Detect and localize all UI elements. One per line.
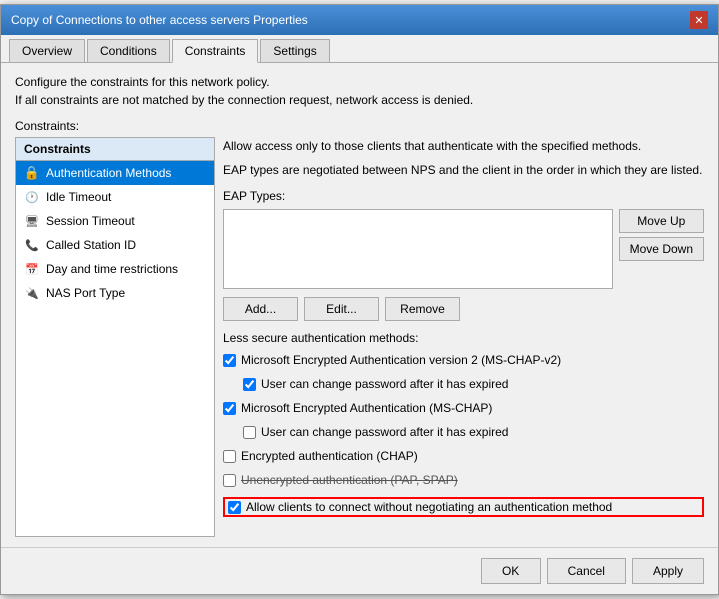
chap-checkbox[interactable] (223, 450, 236, 463)
sidebar-item-authentication-methods[interactable]: 🔒 Authentication Methods (16, 161, 214, 185)
network-icon: 🔌 (24, 285, 40, 301)
eap-label: EAP Types: (223, 189, 704, 203)
mschap-password-label: User can change password after it has ex… (261, 425, 508, 439)
right-panel: Allow access only to those clients that … (223, 137, 704, 537)
no-auth-label: Allow clients to connect without negotia… (246, 500, 612, 514)
checkbox-pap: Unencrypted authentication (PAP, SPAP) (223, 473, 704, 487)
checkbox-no-auth: Allow clients to connect without negotia… (223, 497, 704, 517)
window-title: Copy of Connections to other access serv… (11, 13, 308, 27)
main-panel: Constraints 🔒 Authentication Methods 🕐 I… (15, 137, 704, 537)
checkbox-mschap: Microsoft Encrypted Authentication (MS-C… (223, 401, 704, 415)
mschap-label: Microsoft Encrypted Authentication (MS-C… (241, 401, 492, 415)
bottom-buttons: OK Cancel Apply (1, 547, 718, 594)
no-auth-checkbox[interactable] (228, 501, 241, 514)
left-panel-header: Constraints (16, 138, 214, 161)
tab-settings[interactable]: Settings (260, 39, 329, 62)
constraints-label: Constraints: (15, 119, 704, 133)
add-button[interactable]: Add... (223, 297, 298, 321)
tab-bar: Overview Conditions Constraints Settings (1, 35, 718, 63)
content-area: Configure the constraints for this netwo… (1, 63, 718, 547)
checkbox-mschap-password: User can change password after it has ex… (243, 425, 704, 439)
lock-icon: 🔒 (24, 165, 40, 181)
edit-button[interactable]: Edit... (304, 297, 379, 321)
description-block: Configure the constraints for this netwo… (15, 73, 704, 109)
mschap-password-checkbox[interactable] (243, 426, 256, 439)
eap-area: Move Up Move Down (223, 209, 704, 289)
sidebar-item-label: Idle Timeout (46, 190, 111, 204)
sidebar-item-called-station-id[interactable]: 📞 Called Station ID (16, 233, 214, 257)
sidebar-item-session-timeout[interactable]: 🖥 Session Timeout (16, 209, 214, 233)
sidebar-item-nas-port-type[interactable]: 🔌 NAS Port Type (16, 281, 214, 305)
main-window: Copy of Connections to other access serv… (0, 4, 719, 595)
move-down-button[interactable]: Move Down (619, 237, 704, 261)
ok-button[interactable]: OK (481, 558, 541, 584)
sidebar-item-label: NAS Port Type (46, 286, 125, 300)
close-button[interactable]: ✕ (690, 11, 708, 29)
mschapv2-password-checkbox[interactable] (243, 378, 256, 391)
phone-icon: 📞 (24, 237, 40, 253)
monitor-icon: 🖥 (24, 213, 40, 229)
description-line2: If all constraints are not matched by th… (15, 91, 704, 109)
mschapv2-label: Microsoft Encrypted Authentication versi… (241, 353, 561, 367)
sidebar-item-label: Authentication Methods (46, 166, 171, 180)
pap-label: Unencrypted authentication (PAP, SPAP) (241, 473, 458, 487)
sidebar-item-label: Called Station ID (46, 238, 136, 252)
left-panel: Constraints 🔒 Authentication Methods 🕐 I… (15, 137, 215, 537)
description-line1: Configure the constraints for this netwo… (15, 73, 704, 91)
chap-label: Encrypted authentication (CHAP) (241, 449, 418, 463)
tab-conditions[interactable]: Conditions (87, 39, 170, 62)
right-description2: EAP types are negotiated between NPS and… (223, 161, 704, 179)
eap-action-buttons: Add... Edit... Remove (223, 297, 704, 321)
eap-move-buttons: Move Up Move Down (619, 209, 704, 261)
checkbox-mschapv2-password: User can change password after it has ex… (243, 377, 704, 391)
sidebar-item-day-time-restrictions[interactable]: 📅 Day and time restrictions (16, 257, 214, 281)
mschap-checkbox[interactable] (223, 402, 236, 415)
eap-listbox[interactable] (223, 209, 613, 289)
tab-constraints[interactable]: Constraints (172, 39, 259, 63)
mschapv2-checkbox[interactable] (223, 354, 236, 367)
sidebar-item-label: Session Timeout (46, 214, 135, 228)
checkbox-chap: Encrypted authentication (CHAP) (223, 449, 704, 463)
secure-methods-label: Less secure authentication methods: (223, 331, 704, 345)
sidebar-item-idle-timeout[interactable]: 🕐 Idle Timeout (16, 185, 214, 209)
clock-icon: 🕐 (24, 189, 40, 205)
tab-overview[interactable]: Overview (9, 39, 85, 62)
sidebar-item-label: Day and time restrictions (46, 262, 178, 276)
cancel-button[interactable]: Cancel (547, 558, 626, 584)
calendar-icon: 📅 (24, 261, 40, 277)
move-up-button[interactable]: Move Up (619, 209, 704, 233)
checkbox-mschapv2: Microsoft Encrypted Authentication versi… (223, 353, 704, 367)
right-description1: Allow access only to those clients that … (223, 137, 704, 155)
apply-button[interactable]: Apply (632, 558, 704, 584)
title-bar: Copy of Connections to other access serv… (1, 5, 718, 35)
remove-button[interactable]: Remove (385, 297, 460, 321)
pap-checkbox[interactable] (223, 474, 236, 487)
mschapv2-password-label: User can change password after it has ex… (261, 377, 508, 391)
